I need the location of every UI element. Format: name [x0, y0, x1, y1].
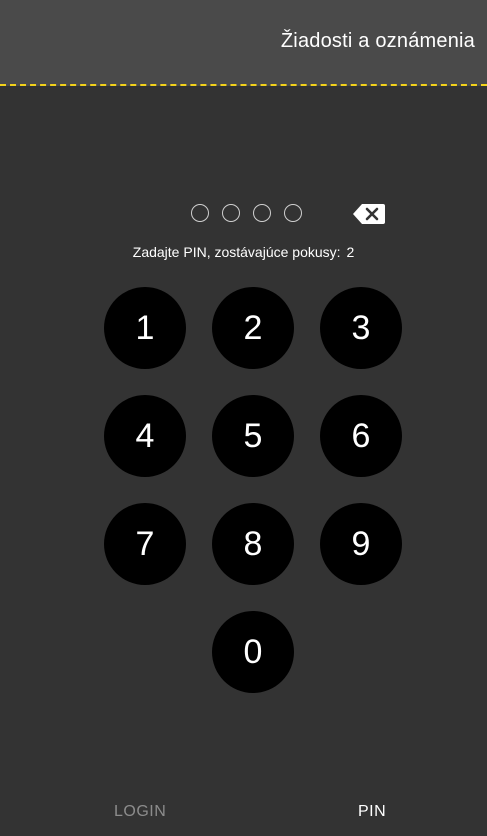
pin-prompt: Zadajte PIN, zostávajúce pokusy: 2 — [0, 244, 487, 260]
key-1[interactable]: 1 — [104, 287, 186, 369]
page-title: Žiadosti a oznámenia — [280, 30, 475, 52]
pin-dot — [222, 204, 240, 222]
keypad: 1 2 3 4 5 6 7 8 9 0 — [0, 0, 487, 836]
tab-login[interactable]: LOGIN — [114, 803, 166, 821]
pin-indicator — [191, 204, 302, 222]
pin-screen: Žiadosti a oznámenia Zadajte PIN, zostáv… — [0, 0, 487, 836]
pin-prompt-label: Zadajte PIN, zostávajúce pokusy: — [132, 244, 341, 260]
key-7[interactable]: 7 — [104, 503, 186, 585]
pin-dot — [191, 204, 209, 222]
backspace-icon — [353, 204, 385, 224]
app-bar: Žiadosti a oznámenia — [0, 0, 487, 86]
key-2[interactable]: 2 — [212, 287, 294, 369]
key-8[interactable]: 8 — [212, 503, 294, 585]
key-0[interactable]: 0 — [212, 611, 294, 693]
key-5[interactable]: 5 — [212, 395, 294, 477]
pin-dot — [284, 204, 302, 222]
header-divider — [0, 84, 487, 86]
pin-dot — [253, 204, 271, 222]
tab-pin[interactable]: PIN — [358, 803, 386, 821]
auth-mode-tabs: LOGIN PIN — [0, 788, 487, 836]
key-9[interactable]: 9 — [320, 503, 402, 585]
remaining-attempts: 2 — [346, 244, 355, 260]
key-6[interactable]: 6 — [320, 395, 402, 477]
key-3[interactable]: 3 — [320, 287, 402, 369]
backspace-button[interactable] — [352, 203, 386, 225]
key-4[interactable]: 4 — [104, 395, 186, 477]
